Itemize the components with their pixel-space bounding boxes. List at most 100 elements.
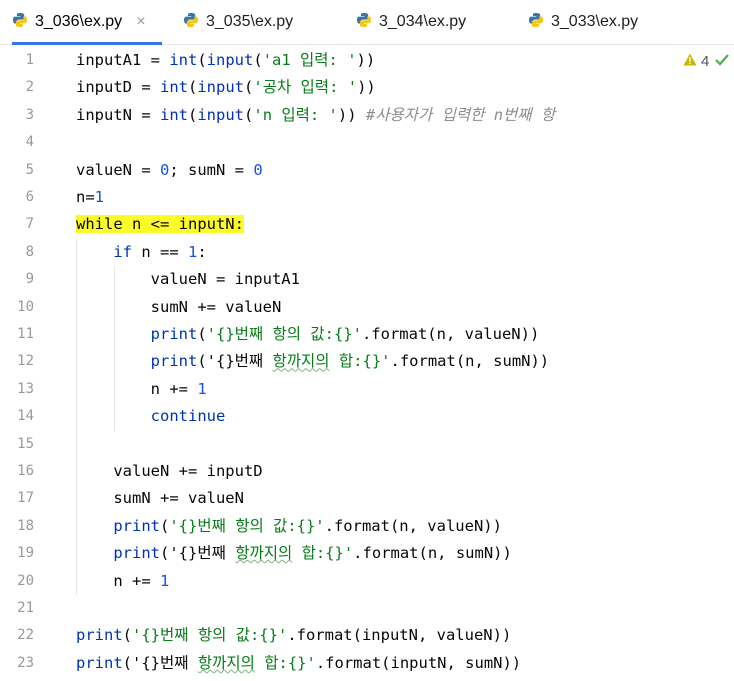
code-line[interactable]: print('{}번째 항까지의 합:{}'.format(n, sumN)): [76, 348, 549, 375]
code-token: (: [197, 352, 207, 371]
tab-label: 3_034\ex.py: [379, 13, 467, 30]
indent-guide: [76, 238, 77, 595]
line-number: 7: [25, 216, 34, 233]
code-token: (: [188, 105, 198, 124]
code-token: 항까지의: [272, 352, 330, 371]
line-number: 23: [17, 654, 34, 671]
line-number: 1: [25, 52, 34, 68]
line-number: 22: [17, 627, 34, 644]
code-token: 합:{}': [254, 653, 316, 672]
code-line[interactable]: print('{}번째 항의 값:{}'.format(n, valueN)): [76, 513, 502, 540]
line-number: 2: [25, 79, 34, 96]
code-token: 1: [188, 242, 198, 261]
code-token: '공차 입력: ': [253, 78, 358, 97]
code-line[interactable]: print('{}번째 항까지의 합:{}'.format(n, sumN)): [76, 540, 512, 567]
code-token: n ==: [132, 242, 188, 261]
code-line[interactable]: valueN = 0; sumN = 0: [76, 157, 263, 184]
line-number: 21: [17, 600, 34, 616]
code-token: .format(n, valueN)): [361, 325, 540, 343]
line-number: 11: [17, 326, 34, 342]
tab-label: 3_036\ex.py: [35, 13, 123, 30]
editor-tab-bar: 3_036\ex.py × 3_035\ex.py 3_034\ex.py 3_…: [0, 0, 734, 45]
code-token: 합:{}': [292, 544, 354, 563]
code-line[interactable]: n += 1: [76, 568, 169, 595]
code-token: (: [197, 325, 207, 343]
code-token: n +=: [76, 571, 160, 590]
code-line[interactable]: sumN += valueN: [76, 294, 282, 321]
python-file-icon: [183, 12, 199, 33]
tab-3-036-ex-py[interactable]: 3_036\ex.py ×: [12, 0, 162, 45]
code-line[interactable]: inputN = int(input('n 입력: ')) #사용자가 입력한 …: [76, 102, 555, 129]
code-line[interactable]: n += 1: [76, 376, 207, 403]
code-line[interactable]: inputA1 = int(input('a1 입력: ')): [76, 47, 375, 74]
code-line[interactable]: continue: [76, 403, 226, 430]
code-token: sumN += valueN: [76, 489, 244, 508]
code-token: :: [197, 242, 207, 261]
code-token: int: [160, 105, 188, 124]
code-token: 항까지의: [197, 653, 255, 672]
code-token: sumN += valueN: [76, 297, 282, 316]
warning-count: 4: [701, 53, 710, 70]
code-line[interactable]: print('{}번째 항까지의 합:{}'.format(inputN, su…: [76, 650, 521, 677]
code-token: 1: [94, 188, 105, 206]
code-token: if: [113, 242, 132, 261]
code-token: int: [160, 78, 188, 97]
line-number: 12: [17, 353, 34, 370]
line-number: 13: [17, 380, 34, 397]
code-token: input: [197, 78, 245, 97]
warning-icon: [683, 53, 697, 70]
code-token: (: [160, 516, 170, 535]
code-token: (: [160, 544, 170, 563]
code-token: (: [197, 51, 207, 69]
code-token: print: [76, 653, 123, 672]
tab-3-033-ex-py[interactable]: 3_033\ex.py: [528, 0, 638, 44]
close-icon[interactable]: ×: [136, 13, 145, 31]
code-line[interactable]: print('{}번째 항의 값:{}'.format(n, valueN)): [76, 321, 540, 348]
code-token: 1: [197, 379, 207, 398]
python-file-icon: [12, 12, 28, 33]
code-token: continue: [150, 407, 226, 426]
code-token: print: [76, 626, 123, 645]
code-token: n +=: [76, 379, 198, 398]
indent-guide: [114, 266, 115, 431]
tab-label: 3_033\ex.py: [551, 13, 639, 30]
code-token: '{}번째 항의 값:{}': [169, 516, 325, 535]
code-line[interactable]: n=1: [76, 184, 104, 211]
tab-label: 3_035\ex.py: [206, 13, 294, 30]
tab-3-035-ex-py[interactable]: 3_035\ex.py: [183, 0, 293, 44]
code-token: print: [113, 516, 160, 535]
code-line[interactable]: sumN += valueN: [76, 485, 244, 512]
code-token: print: [113, 544, 160, 563]
code-token: 1: [160, 571, 170, 590]
code-token: .format(inputN, valueN)): [287, 626, 512, 645]
python-file-icon: [528, 12, 544, 33]
code-line[interactable]: while n <= inputN:: [76, 211, 244, 238]
code-token: 0: [160, 160, 170, 179]
line-number: 10: [17, 298, 34, 315]
code-area[interactable]: inputA1 = int(input('a1 입력: ')) inputD = …: [76, 45, 676, 681]
code-line[interactable]: valueN += inputD: [76, 458, 262, 485]
code-line[interactable]: valueN = inputA1: [76, 266, 300, 293]
code-token: (: [122, 653, 133, 672]
code-editor[interactable]: 1 2 3 4 5 6 7 8 9 10 11 12 13 14 15 16 17 18 19 20 21 22 23 in…: [0, 45, 734, 681]
code-token: 항까지의: [235, 544, 293, 563]
code-token: .format(inputN, sumN)): [315, 653, 522, 672]
code-token: )): [356, 51, 376, 69]
code-token: valueN =: [76, 160, 160, 179]
code-token: print: [150, 352, 198, 371]
code-token: )): [357, 78, 376, 97]
line-number: 15: [17, 435, 34, 452]
inspection-widget[interactable]: 4: [683, 53, 730, 70]
line-number: 14: [17, 408, 34, 425]
code-line[interactable]: print('{}번째 항의 값:{}'.format(inputN, valu…: [76, 622, 511, 649]
code-token: .format(n, sumN)): [353, 544, 512, 563]
code-token: ; sumN =: [169, 160, 254, 179]
line-number: 16: [17, 463, 34, 479]
code-line[interactable]: if n == 1:: [76, 239, 207, 266]
line-number: 18: [17, 517, 34, 534]
code-token: 0: [253, 160, 263, 179]
code-token: int: [169, 51, 198, 69]
code-line[interactable]: inputD = int(input('공차 입력: ')): [76, 74, 376, 101]
tab-3-034-ex-py[interactable]: 3_034\ex.py: [356, 0, 466, 44]
